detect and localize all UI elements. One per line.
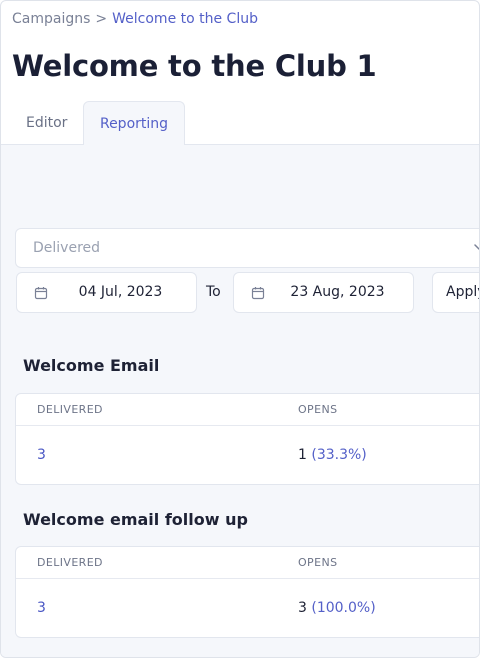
table-header: DELIVERED OPENS [16, 547, 479, 579]
metric-select-value: Delivered [33, 240, 101, 256]
delivered-count-link[interactable]: 3 [37, 426, 46, 484]
breadcrumb-current[interactable]: Welcome to the Club [112, 11, 258, 27]
opens-cell: 1 (33.3%) [298, 426, 367, 484]
end-date-value: 23 Aug, 2023 [290, 284, 385, 300]
tab-editor[interactable]: Editor [12, 101, 82, 145]
table-header: DELIVERED OPENS [16, 394, 479, 426]
breadcrumb-separator: > [95, 11, 108, 27]
email-title-welcome: Welcome Email [23, 356, 160, 375]
column-header-opens: OPENS [298, 556, 338, 569]
opens-percentage-link[interactable]: (100.0%) [311, 600, 375, 616]
delivered-count-link[interactable]: 3 [37, 579, 46, 637]
metric-select[interactable]: Delivered [15, 228, 479, 268]
chevron-down-icon [474, 244, 479, 250]
opens-cell: 3 (100.0%) [298, 579, 376, 637]
column-header-delivered: DELIVERED [37, 403, 103, 416]
page-title: Welcome to the Club 1 [12, 49, 377, 83]
opens-count: 3 [298, 600, 307, 616]
start-date-value: 04 Jul, 2023 [78, 284, 163, 300]
column-header-opens: OPENS [298, 403, 338, 416]
start-date-picker[interactable]: 04 Jul, 2023 [16, 272, 197, 313]
apply-button[interactable]: Apply [432, 272, 479, 313]
opens-percentage-link[interactable]: (33.3%) [311, 447, 366, 463]
breadcrumb: Campaigns > Welcome to the Club [12, 11, 258, 27]
tab-reporting[interactable]: Reporting [83, 101, 185, 146]
email-title-follow-up: Welcome email follow up [23, 510, 248, 529]
end-date-picker[interactable]: 23 Aug, 2023 [233, 272, 414, 313]
opens-count: 1 [298, 447, 307, 463]
reporting-panel: Delivered 04 Jul, 2023 To 23 Aug, 2023 A… [1, 145, 479, 657]
column-header-delivered: DELIVERED [37, 556, 103, 569]
date-range-to-label: To [206, 284, 221, 300]
email-stats-card: DELIVERED OPENS 3 3 (100.0%) [15, 546, 479, 638]
email-stats-card: DELIVERED OPENS 3 1 (33.3%) [15, 393, 479, 485]
breadcrumb-campaigns-link[interactable]: Campaigns [12, 11, 90, 27]
reporting-window: Campaigns > Welcome to the Club Welcome to… [0, 0, 480, 658]
tab-bar: Editor Reporting [1, 101, 479, 146]
